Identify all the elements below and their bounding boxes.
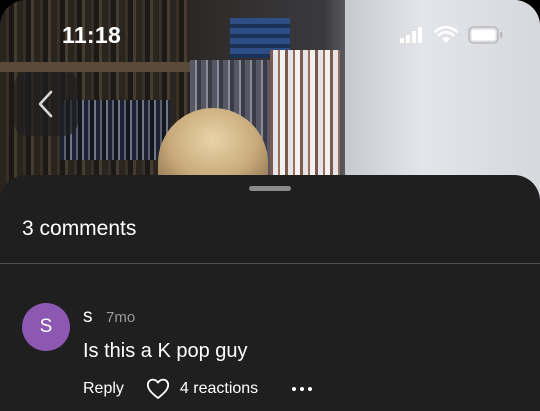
phone-screen: 11:18 3 comments S s 7mo Is this a K pop… [0,0,540,411]
avatar-initial: S [39,316,53,337]
comment-text: Is this a K pop guy [83,340,248,362]
wifi-icon [434,26,458,43]
more-options-icon-dot [308,387,313,391]
status-icons [400,24,504,46]
reply-button[interactable]: Reply [83,380,124,398]
back-button[interactable] [14,72,78,136]
sheet-drag-handle[interactable] [249,186,291,191]
status-time: 11:18 [62,22,122,48]
comment-actions: Reply 4 reactions [83,376,313,402]
divider [0,263,540,264]
more-options-icon-dot [300,387,305,391]
battery-icon [468,26,503,44]
video-background-shelf-board [0,62,190,72]
cellular-signal-icon [400,27,422,43]
chevron-left-icon [38,90,53,118]
comment-item: S s 7mo Is this a K pop guy Reply 4 reac… [0,303,540,403]
more-options-icon [292,387,297,391]
comment-timestamp: 7mo [106,309,136,326]
heart-icon [146,378,170,399]
comment-author[interactable]: s [83,306,93,328]
avatar[interactable]: S [22,303,70,351]
comments-count-title: 3 comments [22,217,137,240]
more-options-button[interactable] [292,387,313,391]
comments-sheet: 3 comments S s 7mo Is this a K pop guy R… [0,175,540,411]
react-button[interactable] [146,378,170,400]
reactions-count[interactable]: 4 reactions [180,380,258,398]
